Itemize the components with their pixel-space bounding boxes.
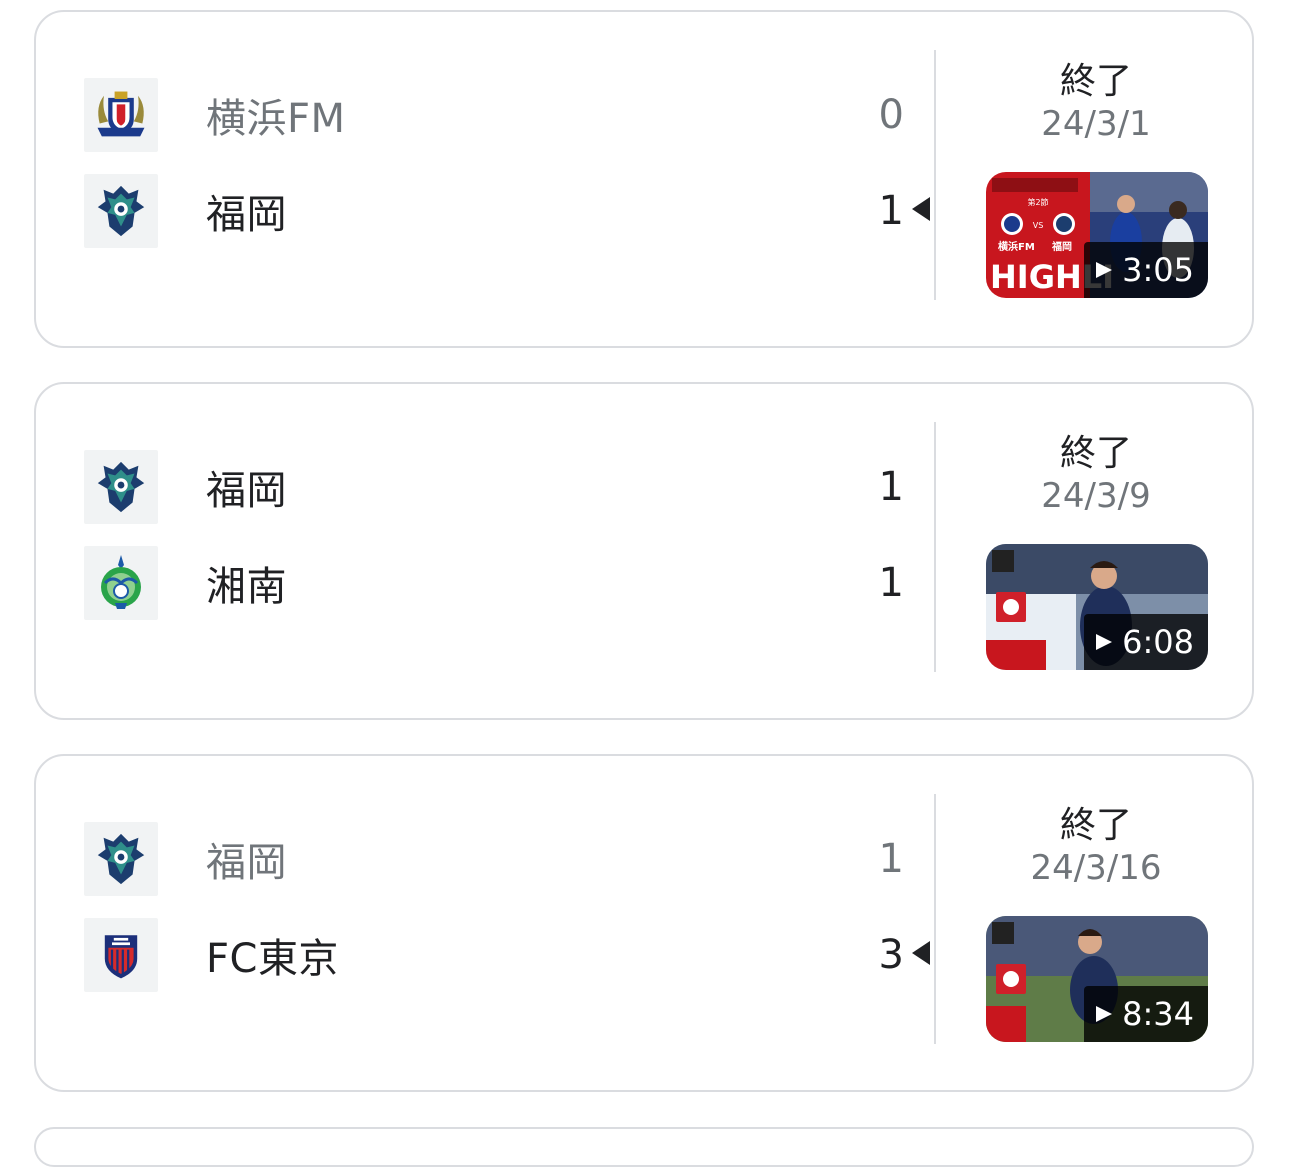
video-thumbnail[interactable]: 第2節 VS 横浜FM 福岡 HIGHLI 3:05 [986,172,1208,298]
thumb-away-text: 福岡 [1051,240,1072,253]
divider [934,50,936,300]
team-name: 福岡 [206,192,287,238]
match-status: 終了 [1059,433,1132,474]
video-duration-badge: 6:08 [1084,614,1208,670]
divider [934,422,936,672]
match-date: 24/3/16 [1030,848,1162,888]
match-card[interactable]: 横浜FM 0 福岡 1 終了 24/3/1 第2節 VS 横浜FM 福岡 HIG… [34,10,1254,348]
team-row-away: 湘南 1 [84,546,904,620]
video-duration: 3:05 [1122,251,1194,289]
match-card[interactable]: 福岡 1 湘南 1 終了 24/3/9 6:08 [34,382,1254,720]
yokohama-fm-crest-icon [84,78,158,152]
team-score: 0 [878,92,904,138]
team-row-home: 福岡 1 [84,822,904,896]
team-name: 福岡 [206,840,287,886]
match-date: 24/3/9 [1041,476,1151,516]
team-score: 3 [878,932,904,978]
match-card[interactable]: 福岡 1 FC東京 3 終了 24/3/16 8:34 [34,754,1254,1092]
team-score: 1 [878,560,904,606]
video-thumbnail[interactable]: 8:34 [986,916,1208,1042]
shonan-bellmare-crest-icon [84,546,158,620]
team-name: FC東京 [206,936,339,982]
match-status: 終了 [1059,805,1132,846]
team-name: 湘南 [206,564,287,610]
match-date: 24/3/1 [1041,104,1151,144]
winner-arrow-icon [912,197,930,221]
thumb-round-text: 第2節 [1027,197,1048,207]
match-card-partial[interactable] [34,1127,1254,1167]
avispa-fukuoka-crest-icon [84,822,158,896]
play-icon [1096,1006,1113,1022]
play-icon [1096,262,1113,278]
divider [934,794,936,1044]
team-score: 1 [878,188,904,234]
video-duration: 6:08 [1122,623,1194,661]
thumb-vs-text: VS [1033,221,1044,230]
video-duration: 8:34 [1122,995,1194,1033]
video-duration-badge: 3:05 [1084,242,1208,298]
avispa-fukuoka-crest-icon [84,174,158,248]
video-thumbnail[interactable]: 6:08 [986,544,1208,670]
team-row-home: 福岡 1 [84,450,904,524]
team-score: 1 [878,464,904,510]
team-name: 福岡 [206,468,287,514]
team-name: 横浜FM [206,96,346,142]
thumb-home-text: 横浜FM [998,240,1035,253]
play-icon [1096,634,1113,650]
team-score: 1 [878,836,904,882]
avispa-fukuoka-crest-icon [84,450,158,524]
team-row-away: FC東京 3 [84,918,904,992]
fc-tokyo-crest-icon [84,918,158,992]
winner-arrow-icon [912,941,930,965]
match-status: 終了 [1059,61,1132,102]
video-duration-badge: 8:34 [1084,986,1208,1042]
team-row-away: 福岡 1 [84,174,904,248]
team-row-home: 横浜FM 0 [84,78,904,152]
